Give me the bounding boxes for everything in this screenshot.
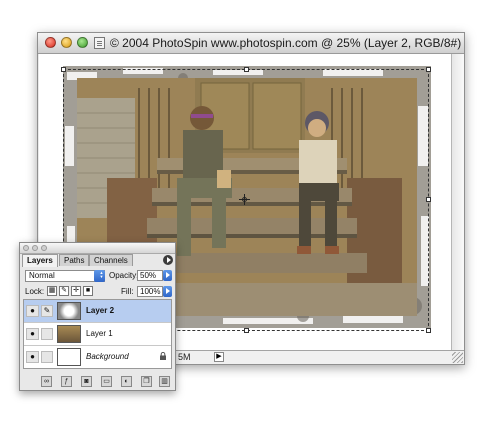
layer-row-layer-2[interactable]: ● ✎ Layer 2: [24, 300, 171, 323]
palette-tabs: Layers Paths Channels: [22, 254, 173, 267]
palette-minimize-button[interactable]: [32, 245, 38, 251]
opacity-label: Opacity:: [109, 271, 139, 280]
visibility-eye-icon[interactable]: ●: [26, 328, 39, 340]
new-set-icon[interactable]: ▭: [101, 376, 112, 387]
layer-list: ● ✎ Layer 2 ● Layer 1 ● Background: [23, 299, 172, 369]
layer-row-layer-1[interactable]: ● Layer 1: [24, 323, 171, 346]
blend-mode-dropdown-icon[interactable]: [94, 270, 106, 282]
add-mask-icon[interactable]: ◙: [81, 376, 92, 387]
link-layers-icon[interactable]: ∞: [41, 376, 52, 387]
transform-handle[interactable]: [61, 67, 66, 72]
new-layer-icon[interactable]: ❐: [141, 376, 152, 387]
opacity-slider-arrow-icon[interactable]: [163, 270, 172, 281]
layer-style-icon[interactable]: ƒ: [61, 376, 72, 387]
lock-all-icon[interactable]: ■: [83, 286, 93, 296]
adjustment-layer-icon[interactable]: ◐: [121, 376, 132, 387]
transform-handle[interactable]: [426, 197, 431, 202]
lock-pixels-icon[interactable]: ✎: [59, 286, 69, 296]
layer-row-background[interactable]: ● Background: [24, 346, 171, 369]
status-readout: 5M: [178, 352, 191, 362]
palette-menu-button[interactable]: [163, 255, 173, 265]
layers-palette: Layers Paths Channels Normal Opacity: 50…: [19, 242, 176, 391]
link-cell[interactable]: [41, 351, 53, 363]
layer-thumbnail-white: [57, 348, 81, 366]
window-title: © 2004 PhotoSpin www.photospin.com @ 25%…: [110, 36, 462, 50]
resize-grip-icon[interactable]: [452, 352, 463, 363]
tab-layers[interactable]: Layers: [22, 254, 58, 267]
fill-slider-arrow-icon[interactable]: [163, 286, 172, 297]
fill-input[interactable]: 100%: [137, 286, 163, 297]
lock-position-icon[interactable]: ✛: [71, 286, 81, 296]
layer-thumbnail-grunge: [57, 302, 81, 320]
palette-bottom-toolbar: ∞ ƒ ◙ ▭ ◐ ❐ ▥: [23, 376, 172, 388]
opacity-input[interactable]: 50%: [137, 270, 163, 281]
transform-handle[interactable]: [244, 67, 249, 72]
transform-center-crosshair[interactable]: [239, 194, 250, 205]
window-titlebar[interactable]: © 2004 PhotoSpin www.photospin.com @ 25%…: [38, 33, 464, 54]
lock-fill-row: Lock: ▦ ✎ ✛ ■ Fill: 100%: [23, 284, 172, 298]
layer-thumbnail-photo: [57, 325, 81, 343]
status-menu-arrow-icon[interactable]: ▶: [214, 352, 224, 362]
transform-handle[interactable]: [426, 328, 431, 333]
visibility-eye-icon[interactable]: ●: [26, 305, 39, 317]
palette-titlebar[interactable]: [20, 243, 175, 254]
close-window-button[interactable]: [45, 37, 56, 48]
lock-label: Lock:: [25, 287, 45, 296]
blend-mode-value: Normal: [29, 271, 55, 280]
minimize-window-button[interactable]: [61, 37, 72, 48]
lock-transparency-icon[interactable]: ▦: [47, 286, 57, 296]
tab-channels[interactable]: Channels: [89, 254, 133, 266]
delete-layer-icon[interactable]: ▥: [159, 376, 170, 387]
link-cell[interactable]: [41, 328, 53, 340]
palette-zoom-button[interactable]: [41, 245, 47, 251]
transform-handle[interactable]: [426, 67, 431, 72]
blend-mode-select[interactable]: Normal: [25, 270, 106, 282]
document-proxy-icon[interactable]: [94, 37, 105, 49]
palette-close-button[interactable]: [23, 245, 29, 251]
brush-active-icon[interactable]: ✎: [41, 305, 53, 317]
fill-label: Fill:: [121, 287, 134, 296]
visibility-eye-icon[interactable]: ●: [26, 351, 39, 363]
blend-opacity-row: Normal Opacity: 50%: [23, 269, 172, 283]
layer-name: Layer 2: [86, 306, 115, 315]
transform-handle[interactable]: [244, 328, 249, 333]
layer-name: Layer 1: [86, 329, 113, 338]
vertical-scrollbar[interactable]: [451, 54, 464, 350]
tab-paths[interactable]: Paths: [59, 254, 90, 266]
zoom-window-button[interactable]: [77, 37, 88, 48]
layer-lock-icon: [160, 352, 166, 360]
layer-name: Background: [86, 352, 129, 361]
